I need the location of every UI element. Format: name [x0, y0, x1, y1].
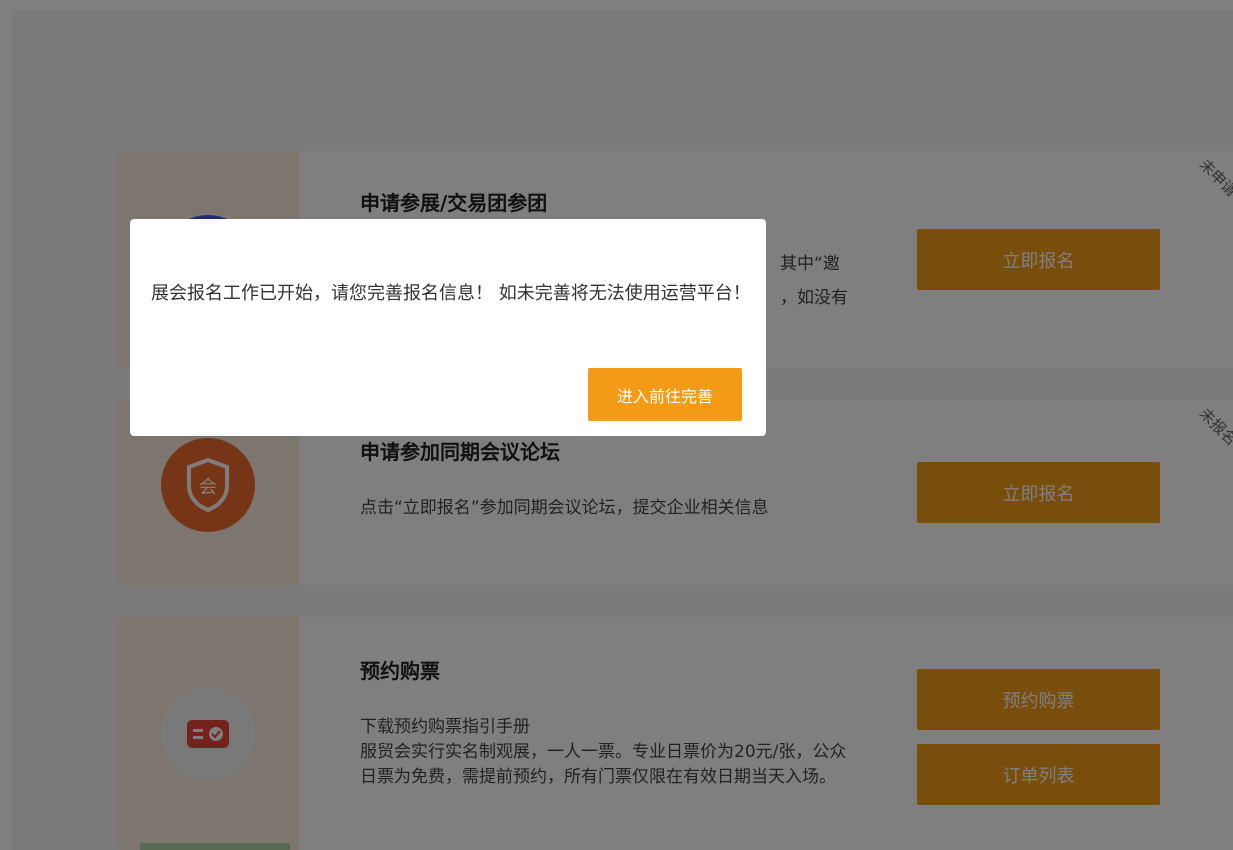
dialog-message: 展会报名工作已开始，请您完善报名信息！ 如未完善将无法使用运营平台！	[151, 283, 751, 304]
alert-dialog: 展会报名工作已开始，请您完善报名信息！ 如未完善将无法使用运营平台！ 进入前往完…	[130, 219, 766, 436]
go-complete-button[interactable]: 进入前往完善	[588, 368, 742, 421]
